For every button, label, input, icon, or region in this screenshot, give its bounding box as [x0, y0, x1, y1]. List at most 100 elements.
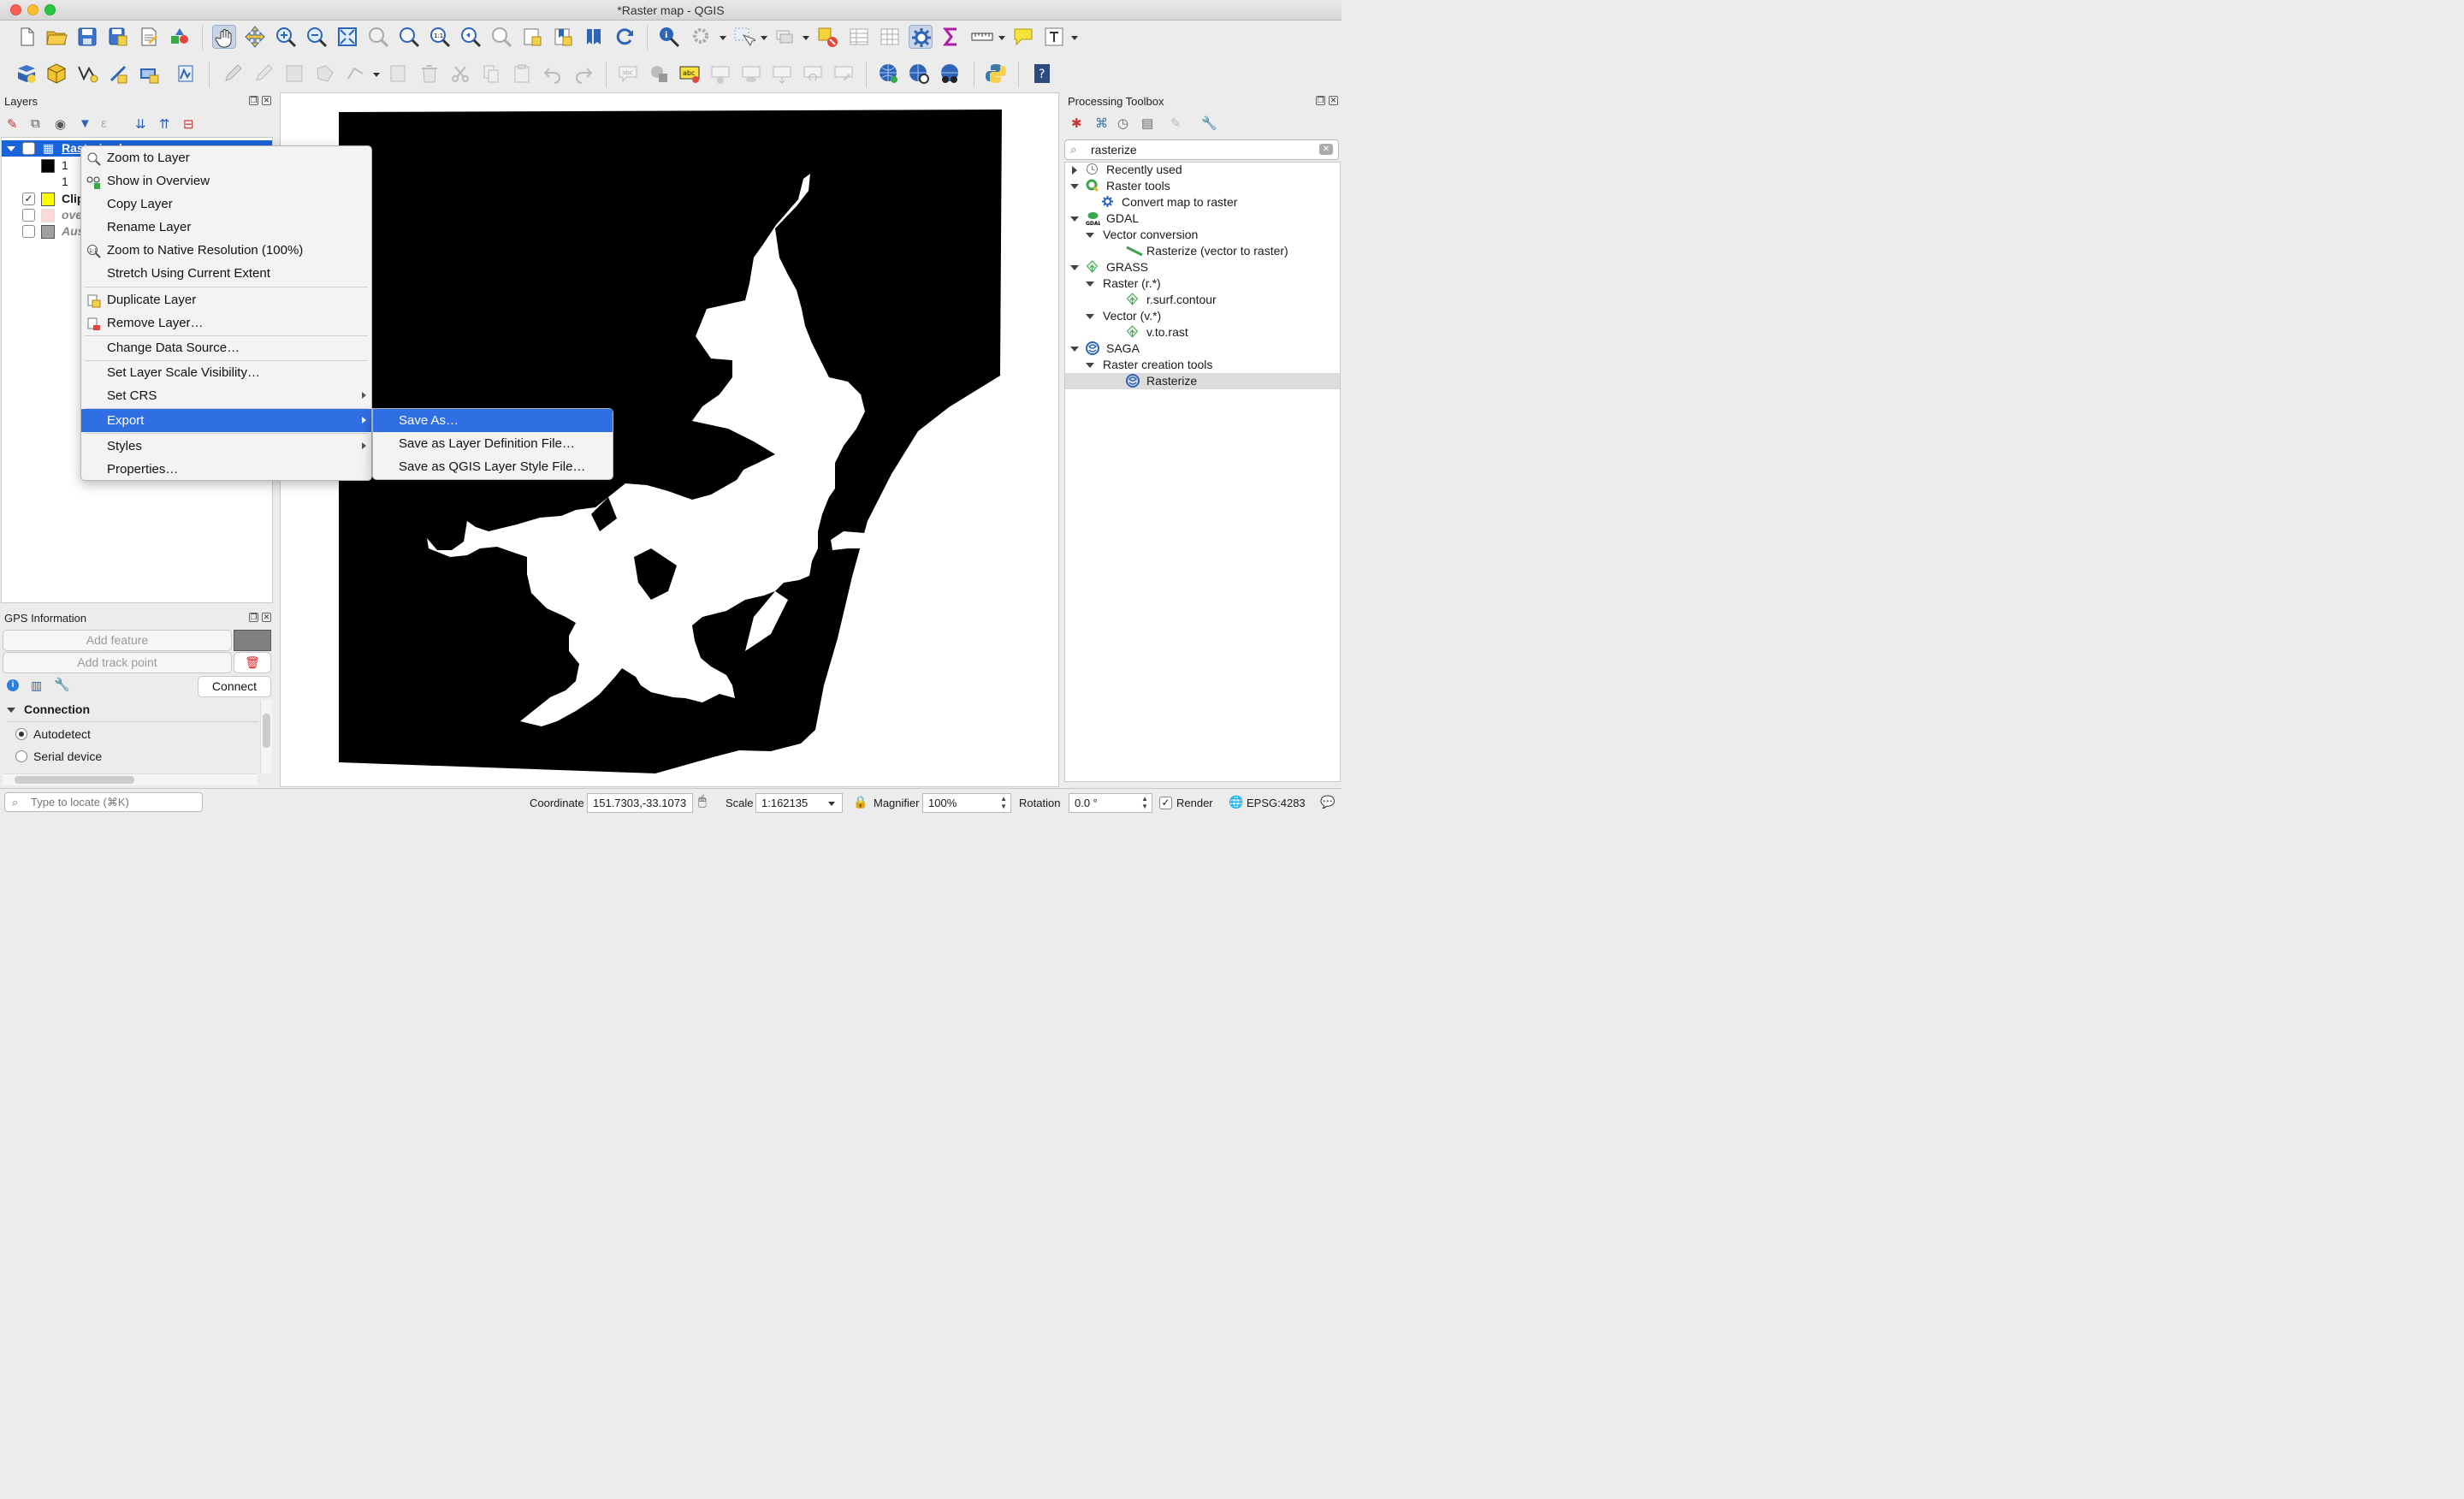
copy-features-icon[interactable]	[479, 62, 503, 86]
zoom-out-icon[interactable]	[305, 25, 329, 49]
locator-search-field[interactable]: ⌕ Type to locate (⌘K)	[4, 792, 203, 812]
delete-selected-icon[interactable]	[418, 62, 441, 86]
print-layout-icon[interactable]	[137, 25, 161, 49]
zoom-full-icon[interactable]	[335, 25, 359, 49]
scale-combobox[interactable]: 1:162135	[755, 793, 843, 813]
clear-search-icon[interactable]: ✕	[1319, 144, 1333, 155]
statistical-summary-icon[interactable]	[878, 25, 902, 49]
options-wrench-icon[interactable]: 🔧	[1201, 116, 1217, 131]
add-wms-layer-icon[interactable]	[137, 62, 161, 86]
close-panel-icon[interactable]: ✕	[262, 613, 271, 622]
add-vector-layer-icon[interactable]	[75, 62, 99, 86]
open-project-icon[interactable]	[44, 25, 68, 49]
close-panel-icon[interactable]: ✕	[1329, 96, 1338, 105]
collapse-arrow-icon[interactable]	[7, 708, 15, 713]
add-feature-icon[interactable]	[313, 62, 337, 86]
messages-icon[interactable]: 💬	[1320, 795, 1335, 809]
toggle-editing-icon[interactable]	[252, 62, 275, 86]
coordinate-field[interactable]: 151.7303,-33.1073	[587, 793, 693, 813]
expand-arrow-icon[interactable]	[1070, 265, 1079, 270]
collapse-arrow-icon[interactable]	[1072, 166, 1077, 175]
expand-arrow-icon[interactable]	[1086, 281, 1094, 287]
add-raster-layer-icon[interactable]	[175, 62, 198, 86]
edits-icon[interactable]	[221, 62, 245, 86]
new-project-icon[interactable]	[15, 25, 38, 49]
metasearch-icon[interactable]	[876, 62, 900, 86]
crs-globe-icon[interactable]: 🌐	[1229, 795, 1243, 809]
save-as-icon[interactable]	[106, 25, 130, 49]
identify-features-icon[interactable]: i	[657, 25, 681, 49]
menu-item-rename-layer[interactable]: Rename Layer	[81, 216, 371, 239]
label-toolbar-icon[interactable]: abc	[616, 62, 640, 86]
magnifier-spinbox[interactable]: 100% ▲ ▼	[922, 793, 1011, 813]
expand-arrow-icon[interactable]	[1086, 314, 1094, 319]
measure-line-icon[interactable]	[970, 25, 994, 49]
map-tips-icon[interactable]	[1011, 25, 1035, 49]
toolbox-tree-item[interactable]: GDAL GDAL	[1065, 210, 1340, 227]
toolbox-tree-item[interactable]: Rasterize	[1065, 373, 1340, 389]
select-features-icon[interactable]	[732, 25, 755, 49]
show-bookmarks-icon[interactable]	[582, 25, 606, 49]
remove-layer-icon[interactable]: ⊟	[183, 116, 194, 132]
spin-arrows-icon[interactable]: ▲ ▼	[1141, 795, 1148, 810]
rotate-label-icon[interactable]	[801, 62, 825, 86]
zoom-to-layer-icon[interactable]	[397, 25, 421, 49]
paste-features-icon[interactable]	[510, 62, 534, 86]
layer-visibility-checkbox[interactable]	[22, 209, 35, 222]
results-viewer-icon[interactable]: ▤	[1141, 116, 1153, 131]
toolbox-tree-item[interactable]: r.surf.contour	[1065, 292, 1340, 308]
zoom-to-selection-icon[interactable]	[366, 25, 390, 49]
modify-attributes-icon[interactable]	[387, 62, 411, 86]
zoom-native-icon[interactable]: 1:1	[428, 25, 452, 49]
toolbox-tree-item[interactable]: Recently used	[1065, 162, 1340, 178]
menu-item-duplicate-layer[interactable]: Duplicate Layer	[81, 288, 371, 311]
processing-toolbox-icon[interactable]	[909, 25, 933, 49]
diagram-options-icon[interactable]	[647, 62, 671, 86]
expand-arrow-icon[interactable]	[1070, 347, 1079, 352]
toolbox-tree-item[interactable]: Raster (r.*)	[1065, 276, 1340, 292]
pin-labels-icon[interactable]	[708, 62, 732, 86]
toolbox-tree-item[interactable]: Convert map to raster	[1065, 194, 1340, 210]
spin-arrows-icon[interactable]: ▲ ▼	[1000, 795, 1007, 810]
show-hide-labels-icon[interactable]	[739, 62, 763, 86]
gps-color-swatch[interactable]	[234, 630, 271, 651]
delete-track-icon[interactable]: 🗑	[234, 652, 271, 673]
filter-expression-icon[interactable]: ε	[101, 116, 107, 131]
signal-chart-icon[interactable]: ▥	[31, 678, 42, 693]
expand-arrow-icon[interactable]	[1070, 216, 1079, 222]
zoom-last-icon[interactable]	[459, 25, 483, 49]
refresh-icon[interactable]	[613, 25, 637, 49]
zoom-next-icon[interactable]	[489, 25, 513, 49]
run-feature-action-icon[interactable]	[690, 25, 714, 49]
expand-arrow-icon[interactable]	[7, 146, 15, 151]
vertex-tool-icon[interactable]	[344, 62, 368, 86]
menu-item-scale-visibility[interactable]: Set Layer Scale Visibility…	[81, 361, 371, 384]
select-by-value-icon[interactable]	[773, 25, 797, 49]
text-annotation-icon[interactable]	[1042, 25, 1066, 49]
menu-item-copy-layer[interactable]: Copy Layer	[81, 193, 371, 216]
minimize-window-button[interactable]	[27, 4, 38, 15]
horizontal-scrollbar[interactable]	[3, 773, 258, 785]
menu-item-zoom-native[interactable]: 1:1 Zoom to Native Resolution (100%)	[81, 239, 371, 262]
toolbox-tree-item[interactable]: Raster creation tools	[1065, 357, 1340, 373]
wrench-icon[interactable]: 🔧	[54, 677, 70, 692]
redo-icon[interactable]	[572, 62, 595, 86]
layer-visibility-checkbox[interactable]: ✓	[22, 142, 35, 155]
open-attribute-table-icon[interactable]	[847, 25, 871, 49]
menu-item-save-layer-style[interactable]: Save as QGIS Layer Style File…	[373, 455, 613, 478]
quickmapservices-icon[interactable]	[938, 62, 962, 86]
pan-map-icon[interactable]	[212, 25, 236, 49]
models-icon[interactable]: ✱	[1071, 116, 1082, 131]
add-delimited-text-icon[interactable]	[106, 62, 130, 86]
float-panel-icon[interactable]: ❐	[1316, 96, 1325, 105]
toolbox-tree-item[interactable]: v.to.rast	[1065, 324, 1340, 341]
toolbox-tree-item[interactable]: Vector conversion	[1065, 227, 1340, 243]
menu-item-stretch-extent[interactable]: Stretch Using Current Extent	[81, 262, 371, 285]
add-track-point-button[interactable]: Add track point	[3, 652, 232, 673]
new-bookmark-icon[interactable]	[551, 25, 575, 49]
menu-item-set-crs[interactable]: Set CRS	[81, 384, 371, 407]
vertical-scrollbar[interactable]	[260, 700, 272, 773]
menu-item-remove-layer[interactable]: Remove Layer…	[81, 311, 371, 335]
toolbox-tree-item[interactable]: SAGA	[1065, 341, 1340, 357]
add-feature-button[interactable]: Add feature	[3, 630, 232, 651]
